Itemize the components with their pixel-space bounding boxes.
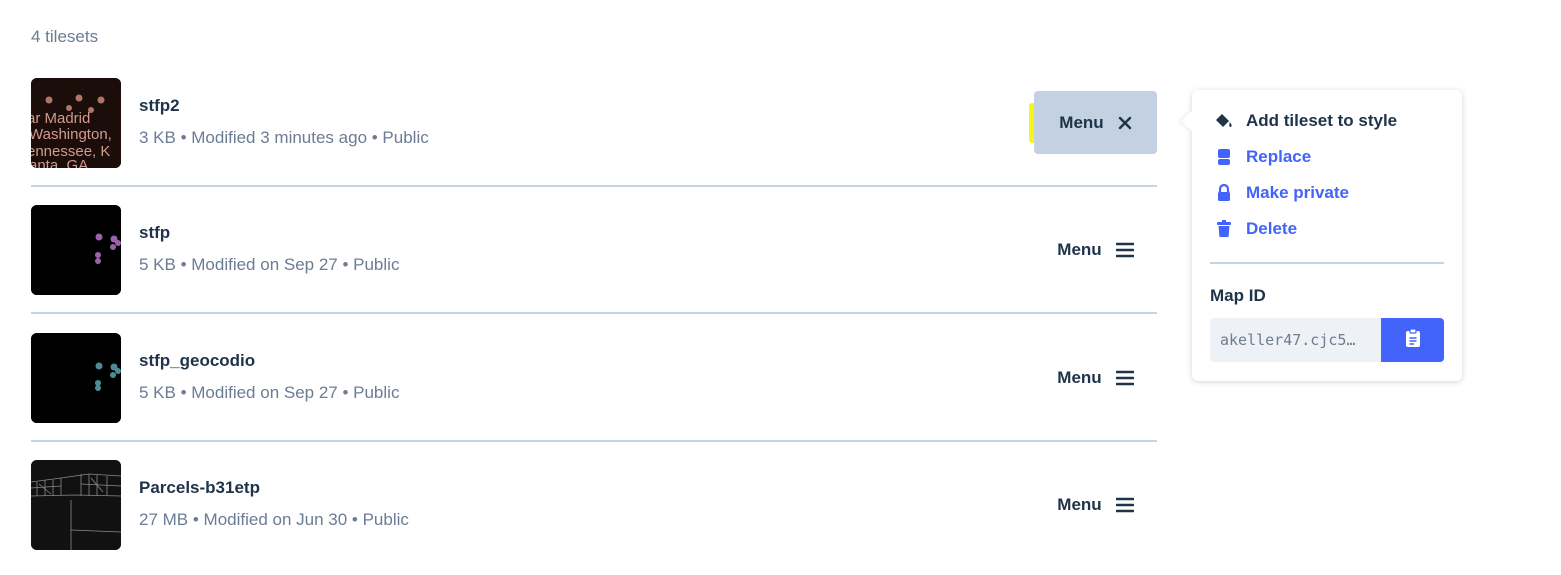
tileset-row[interactable]: stfp 5 KB • Modified on Sep 27 • Public … (31, 205, 1157, 314)
tileset-thumbnail: ar Madrid Washington, ennessee, K anta, … (31, 78, 121, 168)
tileset-row[interactable]: ar Madrid Washington, ennessee, K anta, … (31, 78, 1157, 187)
tileset-name[interactable]: stfp (139, 223, 170, 243)
map-id-label: Map ID (1210, 286, 1266, 305)
map-id-field[interactable]: akeller47.cjc5… (1210, 318, 1381, 362)
make-private-button[interactable]: Make private (1214, 183, 1349, 203)
replace-icon (1214, 148, 1234, 166)
replace-button[interactable]: Replace (1214, 147, 1311, 167)
tileset-meta: 3 KB • Modified 3 minutes ago • Public (139, 128, 429, 147)
tileset-name[interactable]: Parcels-b31etp (139, 478, 260, 498)
menu-label: Menu (1057, 239, 1102, 259)
popover-arrow (1181, 111, 1201, 131)
add-tileset-to-style-button[interactable]: Add tileset to style (1211, 102, 1412, 140)
menu-label: Menu (1057, 367, 1102, 387)
tileset-meta: 27 MB • Modified on Jun 30 • Public (139, 510, 409, 529)
menu-button[interactable]: Menu (1034, 473, 1157, 536)
menu-button[interactable]: Menu (1034, 346, 1157, 409)
menu-label: Menu (1057, 494, 1102, 514)
tileset-count: 4 tilesets (31, 27, 99, 46)
tileset-menu-popover: Add tileset to style Replace Make privat… (1181, 90, 1462, 381)
menu-button[interactable]: Menu (1029, 91, 1157, 154)
tileset-thumbnail (31, 205, 121, 295)
tileset-name[interactable]: stfp_geocodio (139, 351, 255, 371)
popover-divider (1210, 262, 1444, 264)
tileset-thumbnail (31, 333, 121, 423)
tileset-name[interactable]: stfp2 (139, 96, 180, 116)
tileset-row[interactable]: stfp_geocodio 5 KB • Modified on Sep 27 … (31, 333, 1157, 442)
menu-button[interactable]: Menu (1034, 218, 1157, 281)
copy-map-id-button[interactable] (1381, 318, 1444, 362)
menu-item-label: Delete (1246, 219, 1298, 238)
menu-item-label: Add tileset to style (1211, 102, 1412, 140)
menu-label: Menu (1059, 112, 1104, 132)
paint-bucket-icon (1214, 112, 1234, 130)
clipboard-icon (1405, 327, 1421, 353)
close-icon (1118, 116, 1132, 130)
lock-icon (1214, 184, 1234, 202)
delete-button[interactable]: Delete (1214, 219, 1297, 239)
tileset-row[interactable]: Parcels-b31etp 27 MB • Modified on Jun 3… (31, 460, 1157, 550)
menu-item-label: Make private (1246, 183, 1349, 202)
hamburger-icon (1115, 497, 1134, 513)
menu-item-label: Replace (1246, 147, 1312, 166)
tileset-thumbnail (31, 460, 121, 550)
hamburger-icon (1115, 242, 1134, 258)
hamburger-icon (1115, 370, 1134, 386)
thumb-label: ar Madrid (31, 110, 90, 127)
thumb-label: anta, GA (31, 157, 88, 168)
thumb-label: Washington, (31, 126, 112, 143)
trash-icon (1214, 220, 1234, 238)
tileset-meta: 5 KB • Modified on Sep 27 • Public (139, 255, 400, 274)
tileset-meta: 5 KB • Modified on Sep 27 • Public (139, 383, 400, 402)
